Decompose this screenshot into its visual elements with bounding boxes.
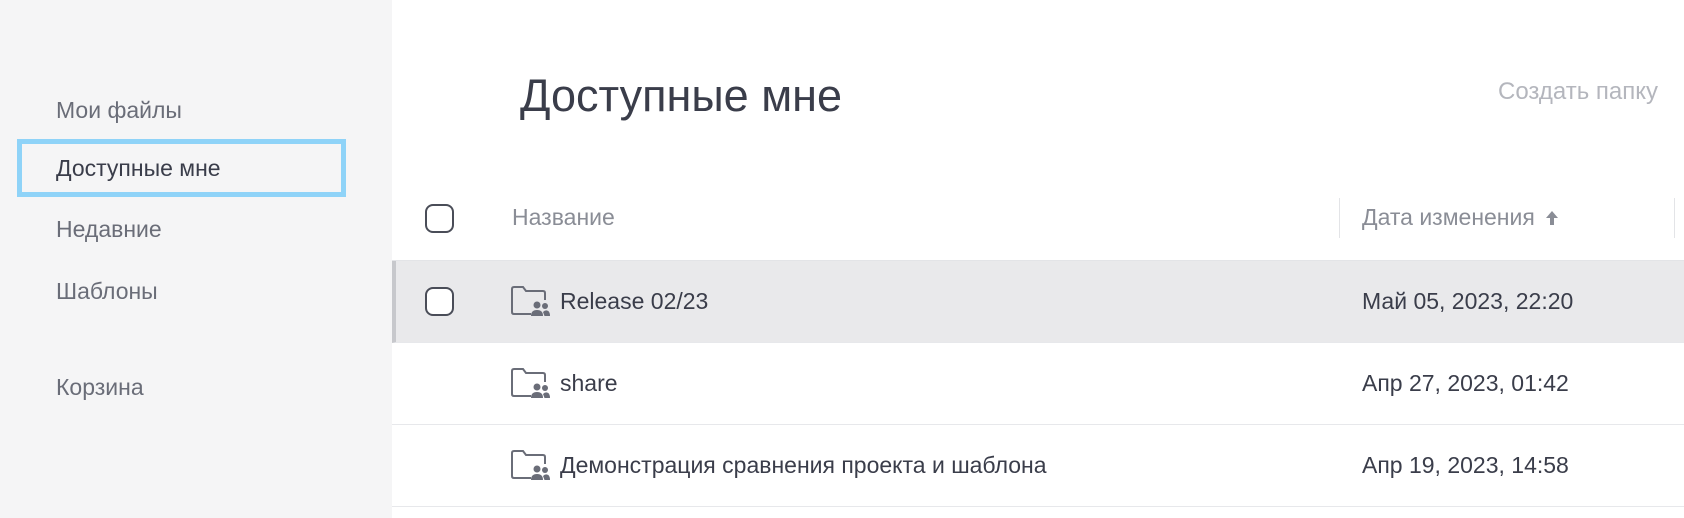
table-row[interactable]: Release 02/23 Май 05, 2023, 22:20 xyxy=(392,261,1684,343)
sidebar-item-label: Доступные мне xyxy=(56,154,221,181)
sidebar-item-trash[interactable]: Корзина xyxy=(17,358,346,416)
row-date: Май 05, 2023, 22:20 xyxy=(1362,288,1574,314)
arrow-up-icon xyxy=(1545,210,1558,225)
sidebar: Мои файлы Доступные мне Недавние Шаблоны… xyxy=(0,0,392,518)
shared-folder-icon xyxy=(511,450,550,480)
sidebar-item-label: Шаблоны xyxy=(56,277,158,304)
sidebar-item-label: Мои файлы xyxy=(56,96,182,123)
column-header-name[interactable]: Название xyxy=(512,204,615,231)
row-name[interactable]: Release 02/23 xyxy=(560,288,708,315)
sidebar-item-my-files[interactable]: Мои файлы xyxy=(17,81,346,139)
main-content: Доступные мне Создать папку Название Дат… xyxy=(392,0,1684,518)
sidebar-item-templates[interactable]: Шаблоны xyxy=(17,262,346,320)
table-header: Название Дата изменения xyxy=(392,188,1684,248)
shared-folder-icon xyxy=(511,368,550,398)
page-title: Доступные мне xyxy=(520,70,843,121)
row-checkbox[interactable] xyxy=(425,287,454,316)
app-window: Мои файлы Доступные мне Недавние Шаблоны… xyxy=(0,0,1684,518)
row-name[interactable]: Демонстрация сравнения проекта и шаблона xyxy=(560,452,1047,479)
row-date: Апр 19, 2023, 14:58 xyxy=(1362,452,1569,478)
sidebar-item-label: Недавние xyxy=(56,215,162,242)
sidebar-item-recent[interactable]: Недавние xyxy=(17,200,346,258)
sidebar-item-label: Корзина xyxy=(56,373,144,400)
column-divider[interactable] xyxy=(1674,198,1675,238)
table-row[interactable]: Демонстрация сравнения проекта и шаблона… xyxy=(392,425,1684,507)
table-row[interactable]: share Апр 27, 2023, 01:42 xyxy=(392,343,1684,425)
sidebar-item-shared-with-me[interactable]: Доступные мне xyxy=(17,139,346,197)
shared-folder-icon xyxy=(511,286,550,316)
select-all-checkbox[interactable] xyxy=(425,204,454,233)
column-header-date[interactable]: Дата изменения xyxy=(1362,204,1559,231)
row-name[interactable]: share xyxy=(560,370,618,397)
row-date: Апр 27, 2023, 01:42 xyxy=(1362,370,1569,396)
column-header-date-label: Дата изменения xyxy=(1362,204,1535,230)
column-divider[interactable] xyxy=(1339,198,1340,238)
create-folder-button[interactable]: Создать папку xyxy=(1498,78,1658,106)
